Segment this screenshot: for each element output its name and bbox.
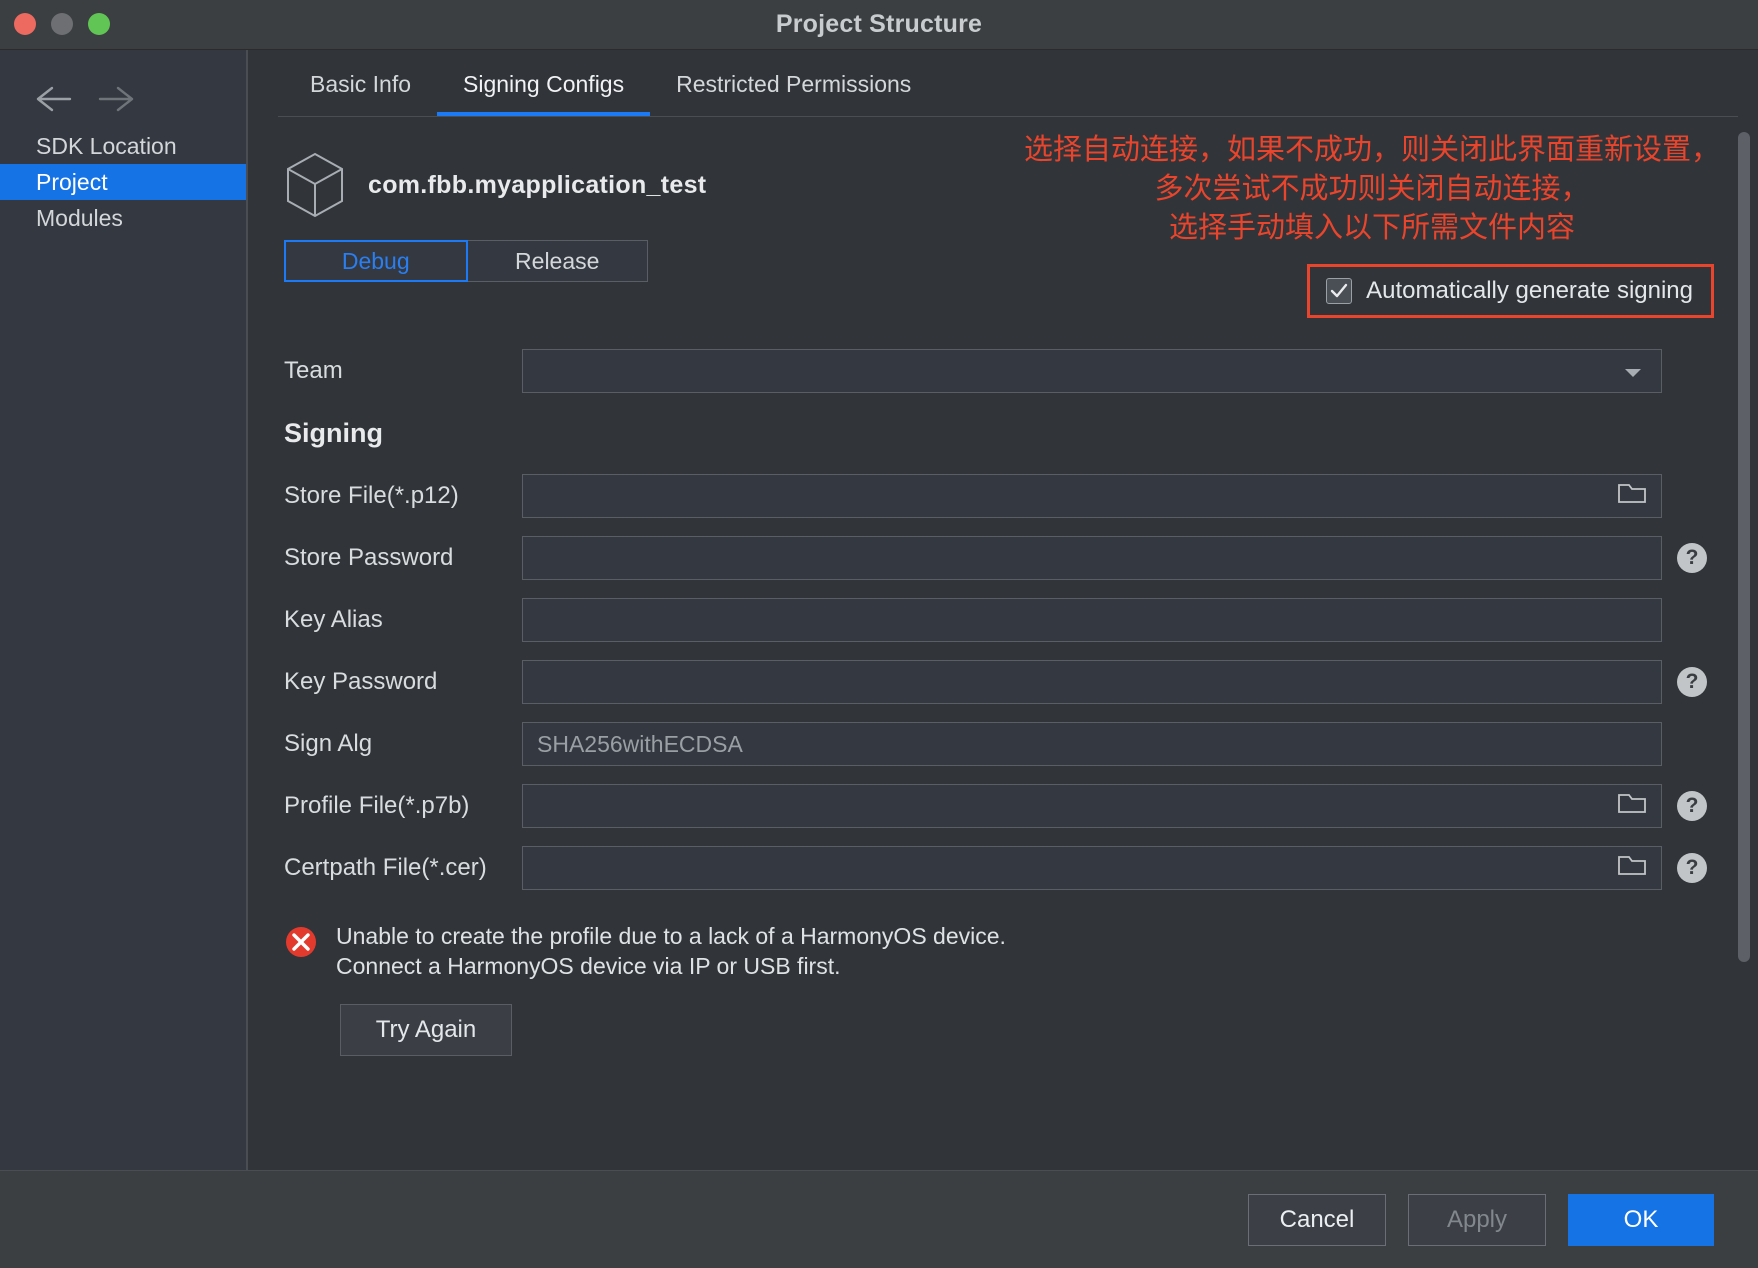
dialog-footer: Cancel Apply OK bbox=[0, 1170, 1758, 1268]
close-button[interactable] bbox=[14, 13, 36, 35]
sign-alg-label: Sign Alg bbox=[284, 730, 373, 757]
auto-generate-signing-label: Automatically generate signing bbox=[1366, 277, 1693, 304]
store-password-label: Store Password bbox=[284, 544, 454, 571]
bundle-name: com.fbb.myapplication_test bbox=[368, 170, 707, 199]
chevron-down-icon bbox=[1623, 358, 1643, 385]
dialog-body: SDK Location Project Modules Basic Info … bbox=[0, 50, 1758, 1170]
sidebar: SDK Location Project Modules bbox=[0, 50, 248, 1170]
window-controls bbox=[14, 13, 110, 35]
folder-icon[interactable] bbox=[1617, 790, 1647, 822]
signing-form: Team Signing Store File(*.p12) Store Pas… bbox=[284, 340, 1722, 899]
key-password-label: Key Password bbox=[284, 668, 438, 695]
app-header: com.fbb.myapplication_test bbox=[284, 142, 1722, 228]
team-row: Team bbox=[284, 340, 1722, 402]
error-line-1: Unable to create the profile due to a la… bbox=[336, 923, 1006, 949]
sidebar-item-sdk-location[interactable]: SDK Location bbox=[0, 128, 246, 164]
folder-icon[interactable] bbox=[1617, 852, 1647, 884]
signing-configs-content: 选择自动连接，如果不成功，则关闭此界面重新设置， 多次尝试不成功则关闭自动连接，… bbox=[248, 114, 1758, 1170]
key-alias-row: Key Alias bbox=[284, 589, 1722, 651]
try-again-button[interactable]: Try Again bbox=[340, 1003, 512, 1056]
minimize-button[interactable] bbox=[51, 13, 73, 35]
cube-icon bbox=[284, 151, 346, 219]
certpath-file-input[interactable] bbox=[522, 846, 1662, 890]
content-scroll-area: 选择自动连接，如果不成功，则关闭此界面重新设置， 多次尝试不成功则关闭自动连接，… bbox=[248, 114, 1758, 1170]
store-password-input[interactable] bbox=[522, 536, 1662, 580]
arrow-right-icon[interactable] bbox=[98, 84, 134, 114]
variant-debug-button[interactable]: Debug bbox=[284, 240, 468, 282]
auto-generate-signing-checkbox[interactable] bbox=[1326, 278, 1353, 304]
profile-file-label: Profile File(*.p7b) bbox=[284, 792, 470, 819]
key-password-help-slot: ? bbox=[1662, 667, 1722, 697]
sign-alg-value: SHA256withECDSA bbox=[537, 730, 743, 757]
tab-basic-info[interactable]: Basic Info bbox=[284, 71, 437, 114]
signing-section-title: Signing bbox=[284, 418, 383, 448]
nav-arrows bbox=[0, 72, 246, 128]
store-password-row: Store Password ? bbox=[284, 527, 1722, 589]
store-file-row: Store File(*.p12) bbox=[284, 465, 1722, 527]
help-icon[interactable]: ? bbox=[1677, 791, 1707, 821]
ok-button[interactable]: OK bbox=[1568, 1193, 1714, 1246]
tab-bar: Basic Info Signing Configs Restricted Pe… bbox=[248, 50, 1758, 117]
arrow-left-icon[interactable] bbox=[36, 84, 72, 114]
build-variant-toggle: Debug Release bbox=[284, 240, 648, 282]
profile-file-help-slot: ? bbox=[1662, 791, 1722, 821]
title-bar: Project Structure bbox=[0, 0, 1758, 50]
help-icon[interactable]: ? bbox=[1677, 667, 1707, 697]
store-password-help-slot: ? bbox=[1662, 543, 1722, 573]
project-structure-dialog: Project Structure SDK Location Project M… bbox=[0, 0, 1758, 1268]
cancel-button[interactable]: Cancel bbox=[1248, 1193, 1386, 1246]
profile-file-row: Profile File(*.p7b) ? bbox=[284, 775, 1722, 837]
key-alias-label: Key Alias bbox=[284, 606, 383, 633]
error-circle-icon bbox=[284, 925, 318, 959]
variant-release-button[interactable]: Release bbox=[467, 240, 648, 282]
help-icon[interactable]: ? bbox=[1677, 543, 1707, 573]
sign-alg-row: Sign Alg SHA256withECDSA bbox=[284, 713, 1722, 775]
team-label: Team bbox=[284, 357, 343, 384]
auto-generate-signing-highlight: Automatically generate signing bbox=[1307, 264, 1714, 318]
sign-alg-input[interactable]: SHA256withECDSA bbox=[522, 722, 1662, 766]
apply-button[interactable]: Apply bbox=[1408, 1193, 1546, 1246]
sidebar-item-project[interactable]: Project bbox=[0, 164, 246, 200]
sidebar-item-modules[interactable]: Modules bbox=[0, 200, 246, 236]
team-select[interactable] bbox=[522, 349, 1662, 393]
tab-signing-configs[interactable]: Signing Configs bbox=[437, 71, 651, 117]
error-line-2: Connect a HarmonyOS device via IP or USB… bbox=[336, 953, 841, 980]
error-text: Unable to create the profile due to a la… bbox=[336, 921, 1006, 982]
store-file-label: Store File(*.p12) bbox=[284, 482, 459, 509]
scrollbar-thumb[interactable] bbox=[1738, 132, 1750, 962]
key-alias-input[interactable] bbox=[522, 598, 1662, 642]
certpath-file-row: Certpath File(*.cer) ? bbox=[284, 837, 1722, 899]
main-panel: Basic Info Signing Configs Restricted Pe… bbox=[248, 50, 1758, 1170]
window-title: Project Structure bbox=[775, 10, 983, 38]
profile-file-input[interactable] bbox=[522, 784, 1662, 828]
folder-icon[interactable] bbox=[1617, 480, 1647, 512]
store-file-input[interactable] bbox=[522, 474, 1662, 518]
vertical-scrollbar[interactable] bbox=[1738, 132, 1750, 1156]
tab-restricted-permissions[interactable]: Restricted Permissions bbox=[650, 71, 937, 114]
maximize-button[interactable] bbox=[88, 13, 110, 35]
error-message: Unable to create the profile due to a la… bbox=[284, 921, 1722, 982]
certpath-file-help-slot: ? bbox=[1662, 853, 1722, 883]
help-icon[interactable]: ? bbox=[1677, 853, 1707, 883]
key-password-input[interactable] bbox=[522, 660, 1662, 704]
certpath-file-label: Certpath File(*.cer) bbox=[284, 854, 487, 881]
key-password-row: Key Password ? bbox=[284, 651, 1722, 713]
